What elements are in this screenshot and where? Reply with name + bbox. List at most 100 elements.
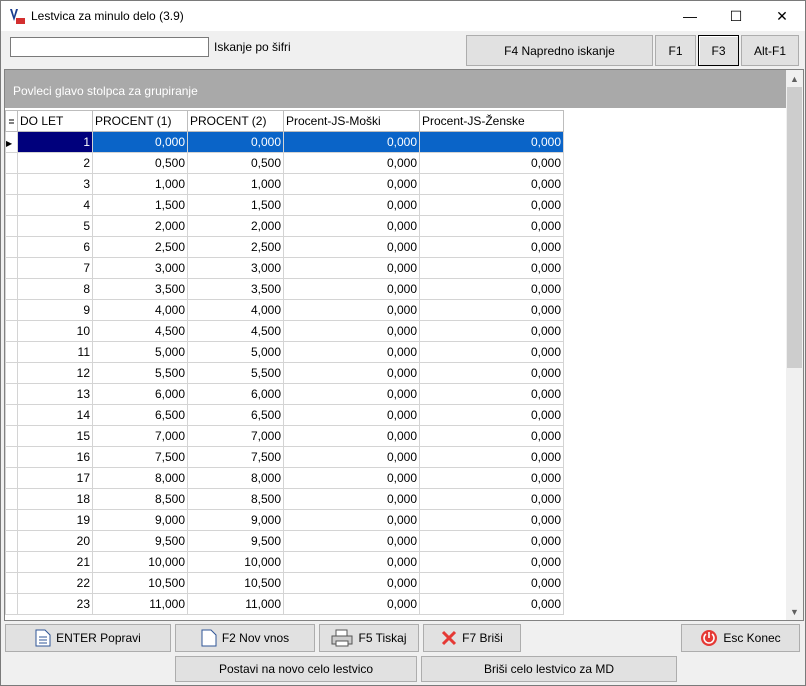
minimize-button[interactable]: —: [667, 1, 713, 31]
table-row[interactable]: 20 9,500 9,500 0,000 0,000: [5, 530, 564, 552]
table-row[interactable]: 3 1,000 1,000 0,000 0,000: [5, 173, 564, 195]
f1-button[interactable]: F1: [655, 35, 696, 66]
table-cell[interactable]: 0,000: [283, 446, 420, 468]
row-indicator[interactable]: [5, 173, 18, 195]
table-row[interactable]: 23 11,000 11,000 0,000 0,000: [5, 593, 564, 615]
scroll-up-icon[interactable]: ▲: [786, 70, 803, 87]
row-indicator[interactable]: [5, 509, 18, 531]
table-cell[interactable]: 5,500: [92, 362, 188, 384]
table-cell[interactable]: 12: [17, 362, 93, 384]
row-indicator[interactable]: [5, 236, 18, 258]
table-cell[interactable]: 0,000: [283, 341, 420, 363]
delete-scale-button[interactable]: Briši celo lestvico za MD: [421, 656, 677, 682]
table-cell[interactable]: 2: [17, 152, 93, 174]
row-indicator[interactable]: [5, 299, 18, 321]
table-cell[interactable]: 0,000: [283, 299, 420, 321]
table-cell[interactable]: 0,000: [419, 299, 564, 321]
table-cell[interactable]: 4,000: [92, 299, 188, 321]
table-cell[interactable]: 0,000: [283, 278, 420, 300]
maximize-button[interactable]: ☐: [713, 1, 759, 31]
table-cell[interactable]: 8: [17, 278, 93, 300]
table-cell[interactable]: 0,000: [283, 257, 420, 279]
table-cell[interactable]: 19: [17, 509, 93, 531]
table-row[interactable]: 11 5,000 5,000 0,000 0,000: [5, 341, 564, 363]
table-row[interactable]: 12 5,500 5,500 0,000 0,000: [5, 362, 564, 384]
table-cell[interactable]: 11,000: [92, 593, 188, 615]
table-row[interactable]: 16 7,500 7,500 0,000 0,000: [5, 446, 564, 468]
row-indicator[interactable]: [5, 278, 18, 300]
table-cell[interactable]: 0,000: [419, 152, 564, 174]
column-header[interactable]: Procent-JS-Moški: [283, 110, 420, 132]
table-cell[interactable]: 0,000: [283, 572, 420, 594]
table-cell[interactable]: 3: [17, 173, 93, 195]
row-indicator[interactable]: [5, 341, 18, 363]
table-cell[interactable]: 0,000: [419, 488, 564, 510]
table-cell[interactable]: 0,000: [283, 467, 420, 489]
delete-button[interactable]: F7 Briši: [423, 624, 521, 652]
table-cell[interactable]: 10: [17, 320, 93, 342]
table-cell[interactable]: 16: [17, 446, 93, 468]
table-cell[interactable]: 1,500: [187, 194, 284, 216]
print-button[interactable]: F5 Tiskaj: [319, 624, 419, 652]
table-cell[interactable]: 0,000: [419, 278, 564, 300]
row-indicator[interactable]: [5, 404, 18, 426]
table-cell[interactable]: 0,000: [283, 383, 420, 405]
table-cell[interactable]: 1,500: [92, 194, 188, 216]
table-row[interactable]: 9 4,000 4,000 0,000 0,000: [5, 299, 564, 321]
row-indicator[interactable]: [5, 215, 18, 237]
table-cell[interactable]: 3,000: [187, 257, 284, 279]
table-cell[interactable]: 0,000: [419, 194, 564, 216]
table-cell[interactable]: 6,500: [187, 404, 284, 426]
table-cell[interactable]: 9,000: [187, 509, 284, 531]
table-cell[interactable]: 4: [17, 194, 93, 216]
table-cell[interactable]: 7,000: [92, 425, 188, 447]
row-indicator[interactable]: [5, 383, 18, 405]
table-cell[interactable]: 0,000: [283, 236, 420, 258]
table-cell[interactable]: 0,000: [283, 152, 420, 174]
f3-button[interactable]: F3: [698, 35, 739, 66]
row-pointer-icon[interactable]: ▶: [5, 131, 18, 153]
scroll-down-icon[interactable]: ▼: [786, 603, 803, 620]
table-cell[interactable]: 22: [17, 572, 93, 594]
table-row[interactable]: 10 4,500 4,500 0,000 0,000: [5, 320, 564, 342]
column-header[interactable]: PROCENT (1): [92, 110, 188, 132]
table-cell[interactable]: 2,000: [92, 215, 188, 237]
column-chooser-icon[interactable]: ≣: [5, 110, 18, 132]
table-row[interactable]: 18 8,500 8,500 0,000 0,000: [5, 488, 564, 510]
table-cell[interactable]: 8,000: [92, 467, 188, 489]
table-cell[interactable]: 8,000: [187, 467, 284, 489]
row-indicator[interactable]: [5, 530, 18, 552]
table-cell[interactable]: 0,000: [283, 215, 420, 237]
table-cell[interactable]: 10,500: [92, 572, 188, 594]
table-cell[interactable]: 0,000: [419, 236, 564, 258]
table-cell[interactable]: 11: [17, 341, 93, 363]
table-cell[interactable]: 11,000: [187, 593, 284, 615]
table-cell[interactable]: 21: [17, 551, 93, 573]
table-row[interactable]: 15 7,000 7,000 0,000 0,000: [5, 425, 564, 447]
table-cell[interactable]: 9: [17, 299, 93, 321]
row-indicator[interactable]: [5, 551, 18, 573]
table-cell[interactable]: 7,500: [92, 446, 188, 468]
table-cell[interactable]: 6,500: [92, 404, 188, 426]
table-cell[interactable]: 4,500: [92, 320, 188, 342]
table-cell[interactable]: 0,000: [419, 551, 564, 573]
table-row[interactable]: 14 6,500 6,500 0,000 0,000: [5, 404, 564, 426]
table-cell[interactable]: 9,500: [92, 530, 188, 552]
table-cell[interactable]: 6: [17, 236, 93, 258]
table-row[interactable]: 5 2,000 2,000 0,000 0,000: [5, 215, 564, 237]
table-cell[interactable]: 13: [17, 383, 93, 405]
table-cell[interactable]: 7: [17, 257, 93, 279]
table-cell[interactable]: 0,000: [283, 194, 420, 216]
table-cell[interactable]: 5,500: [187, 362, 284, 384]
table-cell[interactable]: 0,000: [283, 131, 420, 153]
table-cell[interactable]: 18: [17, 488, 93, 510]
table-cell[interactable]: 0,000: [419, 215, 564, 237]
table-cell[interactable]: 17: [17, 467, 93, 489]
table-row[interactable]: 13 6,000 6,000 0,000 0,000: [5, 383, 564, 405]
table-cell[interactable]: 0,000: [283, 362, 420, 384]
row-indicator[interactable]: [5, 467, 18, 489]
table-cell[interactable]: 3,000: [92, 257, 188, 279]
table-cell[interactable]: 0,000: [283, 593, 420, 615]
exit-button[interactable]: Esc Konec: [681, 624, 800, 652]
table-cell[interactable]: 5,000: [187, 341, 284, 363]
